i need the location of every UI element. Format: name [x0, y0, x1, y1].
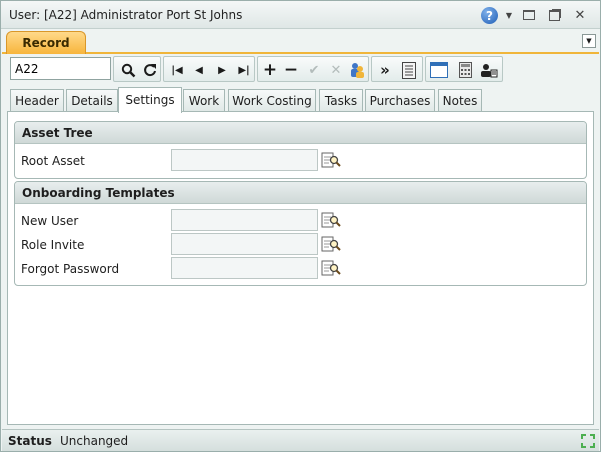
lookup-icon[interactable] — [321, 211, 341, 229]
last-record-icon[interactable]: ▶| — [235, 61, 253, 79]
role-invite-field[interactable] — [171, 233, 318, 255]
forgot-password-label: Forgot Password — [21, 262, 120, 276]
lookup-icon[interactable] — [321, 235, 341, 253]
edit-group: + − ✔ ✕ — [257, 56, 369, 82]
remove-icon[interactable]: − — [282, 60, 300, 80]
users-icon[interactable] — [348, 61, 366, 79]
close-icon[interactable]: ✕ — [572, 7, 588, 23]
tab-settings[interactable]: Settings — [118, 87, 182, 113]
section-title: Onboarding Templates — [15, 182, 586, 204]
search-group — [113, 56, 161, 82]
record-tab[interactable]: Record — [6, 31, 86, 54]
settings-panel: Asset Tree Root Asset Onboarding Templat… — [7, 111, 594, 425]
toolbar: |◀ ◀ ▶ ▶| + − ✔ ✕ » — [7, 56, 595, 82]
root-asset-label: Root Asset — [21, 154, 85, 168]
section-title: Asset Tree — [15, 122, 586, 144]
more-double-chevron-icon[interactable]: » — [376, 61, 394, 79]
tab-tasks[interactable]: Tasks — [319, 89, 363, 112]
cancel-icon[interactable]: ✕ — [327, 61, 345, 79]
add-icon[interactable]: + — [261, 60, 279, 80]
status-bar: Status Unchanged — [2, 429, 599, 451]
next-record-icon[interactable]: ▶ — [213, 61, 231, 79]
record-id-input[interactable] — [10, 57, 111, 80]
previous-record-icon[interactable]: ◀ — [190, 61, 208, 79]
window-menu-chevron-icon[interactable]: ▼ — [501, 7, 517, 23]
onboarding-templates-section: Onboarding Templates New User Role Invit… — [14, 181, 587, 286]
tab-header[interactable]: Header — [10, 89, 64, 112]
status-value: Unchanged — [60, 434, 129, 448]
lookup-icon[interactable] — [321, 151, 341, 169]
asset-tree-section: Asset Tree Root Asset — [14, 121, 587, 179]
tab-purchases[interactable]: Purchases — [365, 89, 435, 112]
restore-icon[interactable] — [546, 7, 562, 23]
first-record-icon[interactable]: |◀ — [168, 61, 186, 79]
minimize-icon[interactable] — [521, 7, 537, 23]
more-group: » — [371, 56, 423, 82]
user-record-window: User: [A22] Administrator Port St Johns … — [0, 0, 601, 452]
forgot-password-field[interactable] — [171, 257, 318, 279]
check-icon[interactable]: ✔ — [305, 61, 323, 79]
strip-chevron-down-icon[interactable]: ▼ — [582, 34, 596, 48]
new-user-field[interactable] — [171, 209, 318, 231]
resize-grip-icon[interactable] — [580, 433, 596, 449]
refresh-icon[interactable] — [141, 61, 159, 79]
user-card-icon[interactable] — [480, 61, 498, 79]
tab-work-costing[interactable]: Work Costing — [228, 89, 316, 112]
new-user-label: New User — [21, 214, 79, 228]
tab-work[interactable]: Work — [183, 89, 225, 112]
window-view-icon[interactable] — [430, 61, 448, 79]
navigation-group: |◀ ◀ ▶ ▶| — [163, 56, 255, 82]
status-label: Status — [8, 434, 52, 448]
title-bar: User: [A22] Administrator Port St Johns … — [1, 1, 600, 29]
tab-details[interactable]: Details — [66, 89, 118, 112]
root-asset-field[interactable] — [171, 149, 318, 171]
window-title: User: [A22] Administrator Port St Johns — [9, 8, 243, 22]
help-icon[interactable]: ? — [481, 7, 498, 24]
list-view-icon[interactable] — [400, 61, 418, 79]
tab-notes[interactable]: Notes — [438, 89, 482, 112]
lookup-icon[interactable] — [321, 259, 341, 277]
view-group — [425, 56, 503, 82]
role-invite-label: Role Invite — [21, 238, 85, 252]
search-icon[interactable] — [119, 61, 137, 79]
record-tab-strip: Record ▼ — [2, 30, 599, 54]
calculator-icon[interactable] — [456, 61, 474, 79]
